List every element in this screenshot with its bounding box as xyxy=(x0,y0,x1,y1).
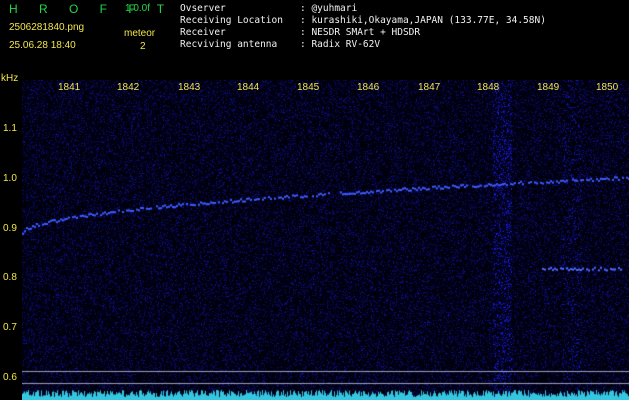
x-tick-1850: 1850 xyxy=(596,82,619,93)
meta-key-receiver: Receiver xyxy=(180,27,226,38)
x-tick-1847: 1847 xyxy=(418,82,441,93)
meta-value-antenna: : Radix RV-62V xyxy=(300,39,381,50)
meta-value-receiver: : NESDR SMArt + HDSDR xyxy=(300,27,421,38)
meteor-label: meteor xyxy=(124,28,156,39)
meta-value-observer: : @yuhmari xyxy=(300,3,358,14)
y-tick-1.0: 1.0 xyxy=(3,173,17,184)
x-tick-1845: 1845 xyxy=(297,82,320,93)
x-tick-1844: 1844 xyxy=(237,82,260,93)
file-name: 2506281840.png xyxy=(9,22,85,33)
timestamp: 25.06.28 18:40 xyxy=(9,40,76,51)
x-tick-1841: 1841 xyxy=(58,82,81,93)
x-tick-1849: 1849 xyxy=(537,82,560,93)
y-tick-0.6: 0.6 xyxy=(3,372,17,383)
meta-key-antenna: Recviving antenna xyxy=(180,39,278,50)
spectrogram-canvas xyxy=(22,80,629,400)
x-tick-1842: 1842 xyxy=(117,82,140,93)
x-tick-1846: 1846 xyxy=(357,82,380,93)
y-tick-0.7: 0.7 xyxy=(3,322,17,333)
y-tick-0.8: 0.8 xyxy=(3,272,17,283)
x-tick-1848: 1848 xyxy=(477,82,500,93)
y-tick-0.9: 0.9 xyxy=(3,223,17,234)
meta-key-location: Receiving Location xyxy=(180,15,283,26)
header-panel: H R O F F T 1.0.0f 2506281840.png 25.06.… xyxy=(0,0,629,78)
y-tick-1.1: 1.1 xyxy=(3,123,17,134)
y-axis-unit: kHz xyxy=(1,73,19,84)
meta-key-observer: Ovserver xyxy=(180,3,226,14)
meta-value-location: : kurashiki,Okayama,JAPAN (133.77E, 34.5… xyxy=(300,15,546,26)
app-version: 1.0.0f xyxy=(125,3,151,14)
meteor-count: 2 xyxy=(140,41,146,52)
x-tick-1843: 1843 xyxy=(178,82,201,93)
